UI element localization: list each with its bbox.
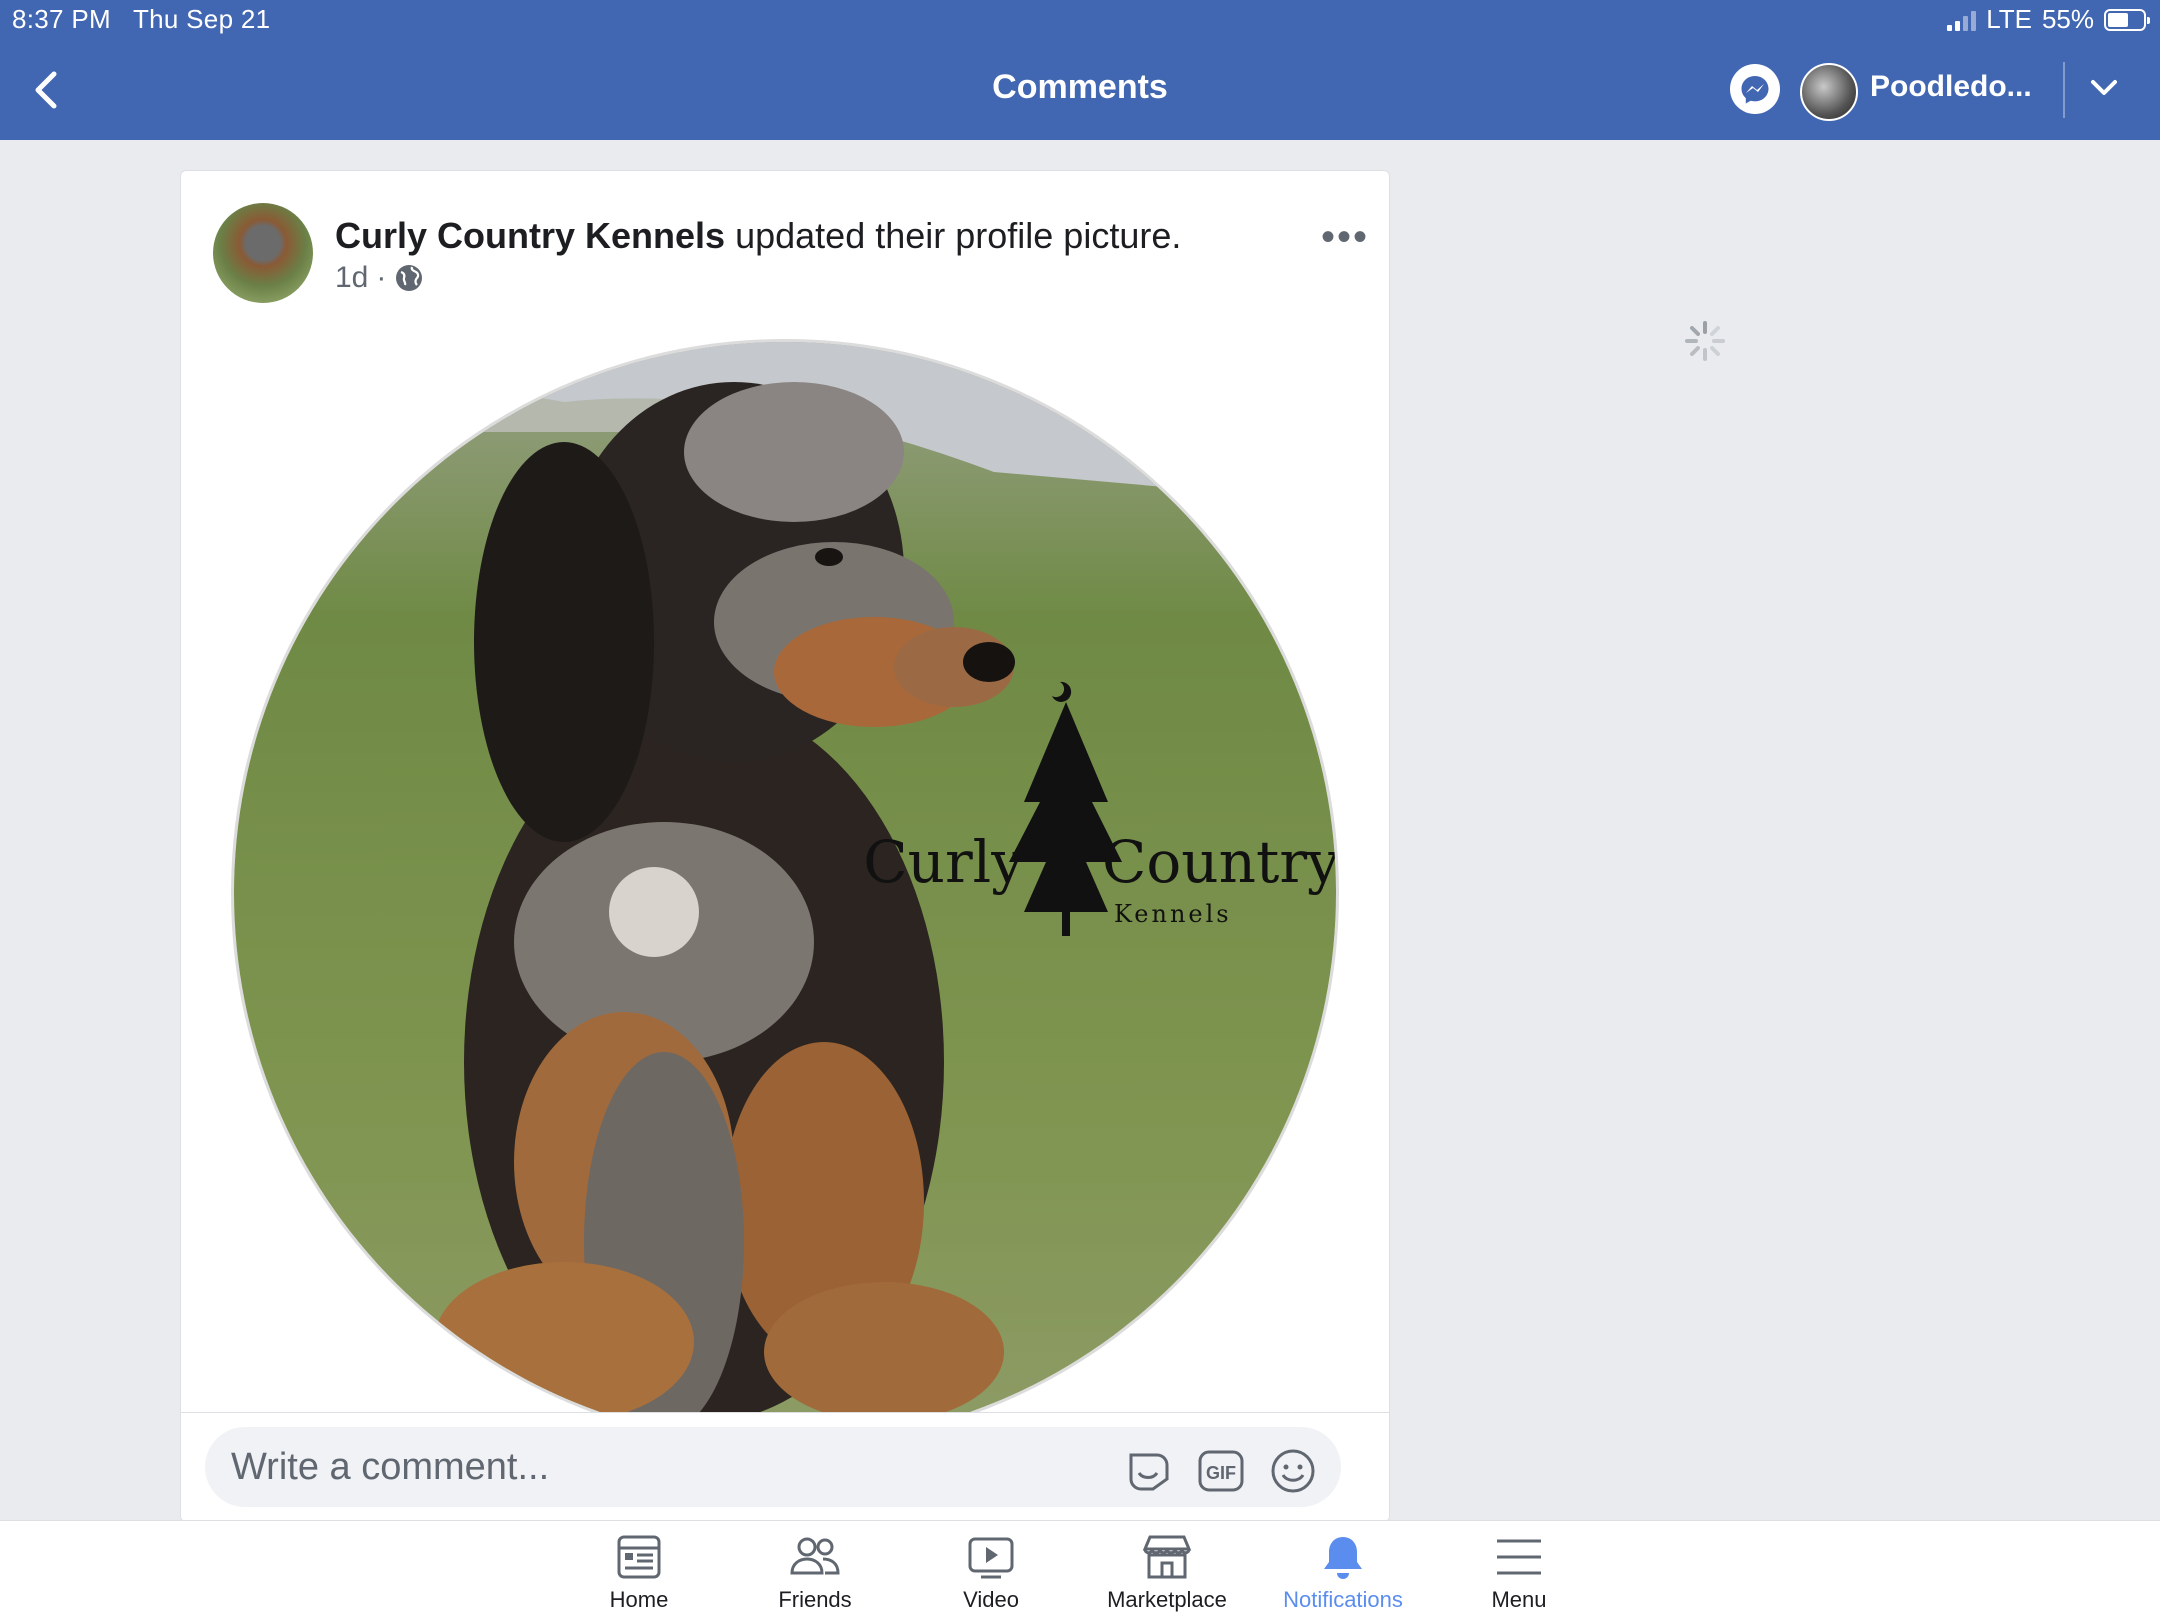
post-time[interactable]: 1d xyxy=(335,261,368,295)
post-meta: 1d · xyxy=(335,261,424,295)
tab-notifications-label: Notifications xyxy=(1283,1587,1403,1612)
watermark-country: Country xyxy=(1102,828,1336,896)
messenger-icon xyxy=(1741,76,1769,104)
meta-separator: · xyxy=(376,261,387,294)
home-icon xyxy=(617,1535,661,1579)
account-name[interactable]: Poodledo... xyxy=(1870,70,2032,104)
status-date: Thu Sep 21 xyxy=(132,4,271,34)
chevron-down-icon[interactable] xyxy=(2090,78,2118,98)
tab-video[interactable]: Video xyxy=(911,1521,1071,1621)
emoji-icon[interactable] xyxy=(1269,1447,1317,1495)
sticker-icon[interactable] xyxy=(1125,1447,1173,1495)
status-bar-right: LTE 55% xyxy=(1947,4,2150,35)
top-bar: 8:37 PM Thu Sep 21 LTE 55% Comments Poodl… xyxy=(0,0,2160,140)
tab-friends-label: Friends xyxy=(778,1587,852,1612)
author-name[interactable]: Curly Country Kennels xyxy=(335,215,725,256)
hamburger-icon xyxy=(1497,1539,1541,1575)
tab-friends[interactable]: Friends xyxy=(735,1521,895,1621)
status-time: 8:37 PM xyxy=(12,4,111,34)
profile-picture-image[interactable]: Curly Country Kennels xyxy=(231,339,1339,1447)
globe-icon xyxy=(396,265,423,291)
comment-composer: GIF xyxy=(181,1412,1389,1521)
network-label: LTE xyxy=(1986,4,2032,34)
tab-home-label: Home xyxy=(609,1587,669,1612)
more-options-button[interactable]: ••• xyxy=(1321,215,1369,260)
svg-text:GIF: GIF xyxy=(1206,1463,1236,1483)
bell-icon xyxy=(1324,1537,1362,1579)
watermark-kennels: Kennels xyxy=(1114,900,1232,928)
tab-menu[interactable]: Menu xyxy=(1439,1521,1599,1621)
tab-marketplace-label: Marketplace xyxy=(1107,1587,1227,1612)
bottom-tab-bar: Home Friends Video Marketplace Notificat… xyxy=(0,1520,2160,1621)
tab-home[interactable]: Home xyxy=(559,1521,719,1621)
post-card: Curly Country Kennels updated their prof… xyxy=(180,170,1390,1522)
battery-percent: 55% xyxy=(2041,4,2094,34)
gif-icon[interactable]: GIF xyxy=(1197,1447,1245,1495)
tab-video-label: Video xyxy=(963,1587,1019,1612)
author-avatar[interactable] xyxy=(213,203,313,303)
divider xyxy=(2063,62,2065,118)
friends-icon xyxy=(790,1537,840,1575)
video-icon xyxy=(968,1537,1014,1579)
status-bar-left: 8:37 PM Thu Sep 21 xyxy=(12,4,292,35)
signal-icon xyxy=(1947,9,1977,31)
loading-spinner-icon xyxy=(1685,321,1725,361)
tab-notifications[interactable]: Notifications xyxy=(1263,1521,1423,1621)
tab-menu-label: Menu xyxy=(1491,1587,1547,1612)
post-action: updated their profile picture. xyxy=(735,215,1182,256)
battery-icon xyxy=(2104,8,2150,31)
watermark-curly: Curly xyxy=(863,828,1024,896)
tab-marketplace[interactable]: Marketplace xyxy=(1087,1521,1247,1621)
messenger-button[interactable] xyxy=(1730,64,1780,114)
marketplace-icon xyxy=(1142,1535,1192,1579)
post-headline: Curly Country Kennels updated their prof… xyxy=(335,215,1181,257)
account-avatar[interactable] xyxy=(1800,63,1858,121)
